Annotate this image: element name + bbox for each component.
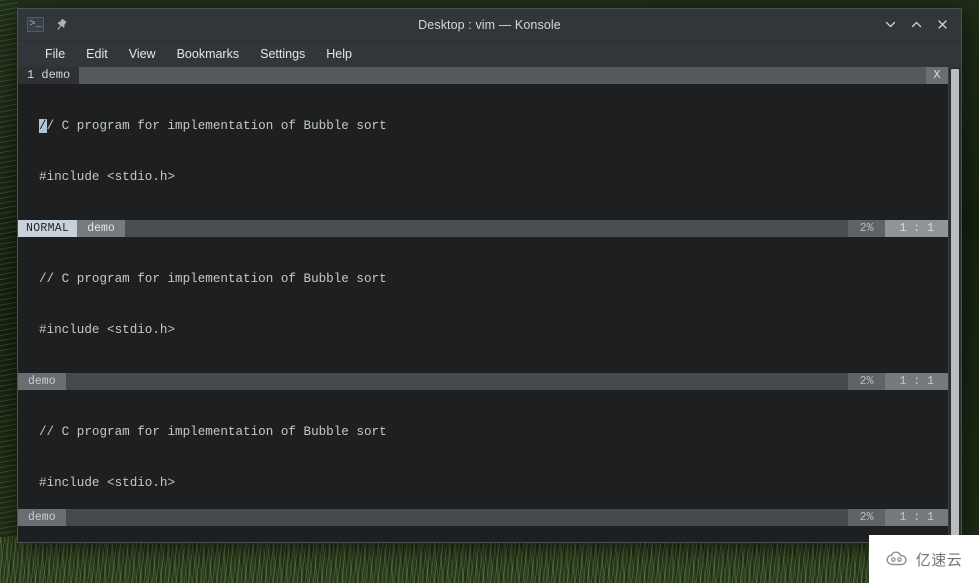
maximize-button[interactable] [904,13,928,37]
menu-item-bookmarks[interactable]: Bookmarks [168,44,249,64]
pin-icon[interactable] [51,15,70,34]
window-titlebar[interactable]: >_ Desktop : vim — Konsole [18,9,961,41]
code-line: #include <stdio.h> [39,476,176,490]
vim-cursor: / [39,119,47,133]
code-line: #include <stdio.h> [39,170,176,184]
code-line: #include <stdio.h> [39,323,176,337]
vim-session: 1 demo X // C program for implementation… [18,67,948,542]
menu-item-settings[interactable]: Settings [251,44,314,64]
code-line: // C program for implementation of Bubbl… [39,272,387,286]
wallpaper-foliage-bottom [0,537,979,583]
watermark-text: 亿速云 [915,550,963,569]
vim-pane-top[interactable]: // C program for implementation of Bubbl… [18,84,948,220]
titlebar-left-icons: >_ [18,15,70,34]
vim-cursor-position: 1 : 1 [885,373,948,390]
vim-statusline-middle: demo 2% 1 : 1 [18,373,948,390]
vim-scroll-percent: 2% [847,373,886,390]
vim-cursor-position: 1 : 1 [885,220,948,237]
vim-statusline-bottom: demo 2% 1 : 1 [18,509,948,526]
close-button[interactable] [930,13,954,37]
code-line: // C program for implementation of Bubbl… [39,425,387,439]
cloud-icon [886,551,912,567]
window-controls [878,13,961,37]
code-line: // C program for implementation of Bubbl… [39,118,948,135]
vim-mode-indicator: NORMAL [18,220,78,237]
terminal-area[interactable]: 1 demo X // C program for implementation… [18,67,961,542]
window-title: Desktop : vim — Konsole [418,17,561,32]
vim-scroll-percent: 2% [847,509,886,526]
menu-item-view[interactable]: View [120,44,165,64]
vim-cursor-position: 1 : 1 [885,509,948,526]
terminal-scrollbar[interactable] [948,67,961,542]
minimize-button[interactable] [878,13,902,37]
vim-pane-bottom[interactable]: // C program for implementation of Bubbl… [18,390,948,509]
konsole-icon[interactable]: >_ [26,15,45,34]
vim-tab-demo[interactable]: 1 demo [18,67,80,84]
vim-statusline-top: NORMAL demo 2% 1 : 1 [18,220,948,237]
vim-scroll-percent: 2% [847,220,886,237]
vim-command-line [18,526,948,542]
vim-tab-close-icon[interactable]: X [926,67,948,84]
konsole-window: >_ Desktop : vim — Konsole File Edit Vie… [17,8,962,543]
wallpaper-foliage-left [0,0,18,583]
vim-tabline: 1 demo X [18,67,948,84]
watermark: 亿速云 [869,535,979,583]
vim-filename: demo [18,373,66,390]
vim-filename: demo [77,220,125,237]
menu-item-file[interactable]: File [36,44,74,64]
menu-item-help[interactable]: Help [317,44,361,64]
menu-item-edit[interactable]: Edit [77,44,117,64]
vim-statusline-filler [124,220,848,237]
vim-statusline-filler [65,509,848,526]
vim-tabline-filler [79,67,926,84]
vim-statusline-filler [65,373,848,390]
menubar: File Edit View Bookmarks Settings Help [18,41,961,67]
vim-filename: demo [18,509,66,526]
scrollbar-thumb[interactable] [951,69,959,540]
vim-pane-middle[interactable]: // C program for implementation of Bubbl… [18,237,948,373]
code-line-rest: / C program for implementation of Bubble… [46,119,387,133]
